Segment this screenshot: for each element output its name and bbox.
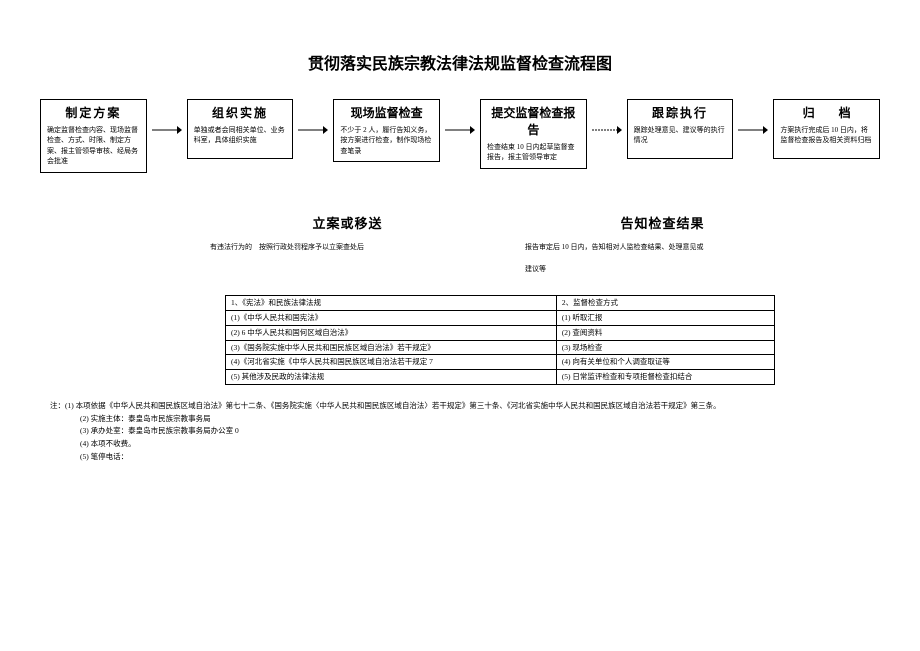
table-cell: (3)《国务院实施中华人民共和国民族区域自治法》若干规定》 [226,340,557,355]
flow-box-2-title: 组织实施 [194,105,287,122]
flow-box-6-body: 方案执行完成后 10 日内，将监督检查报告及相关资料归档 [780,125,873,146]
notes-head: 注： [50,401,65,410]
sub-left-body: 有违法行为的 按照行政处罚程序予以立案查处后 [190,242,505,253]
flow-box-5-body: 跟踪处理意见、建议等的执行情况 [634,125,727,146]
arrow-icon [298,99,328,136]
table-cell: (4)《河北省实施《中华人民共和国民族区域自治法若干规定 7 [226,355,557,370]
flow-box-4-title: 提交监督检查报告 [487,105,580,139]
table-row: 1、《宪法》和民族法律法规2、监督检查方式 [226,296,775,311]
table-cell: (2) 查阅资料 [556,325,774,340]
table-row: (2) 6 中华人民共和国何区域自治法》(2) 查阅资料 [226,325,775,340]
arrow-icon [445,99,475,136]
flow-box-3: 现场监督检查 不少于 2 人，履行告知义务，按方案进行检查，制作现场检查笔录 [333,99,440,162]
table-row: (3)《国务院实施中华人民共和国民族区域自治法》若干规定》(3) 现场检查 [226,340,775,355]
flow-row: 制定方案 确定监督检查内容、现场监督检查、方式、时限、制定方案、报主管领导审核、… [40,99,880,173]
table-cell: 1、《宪法》和民族法律法规 [226,296,557,311]
table-row: (5) 其他涉及民政的法律法规(5) 日常监评检查和专项拒督检查扣结合 [226,370,775,385]
flow-box-1-title: 制定方案 [47,105,140,122]
flow-box-1: 制定方案 确定监督检查内容、现场监督检查、方式、时限、制定方案、报主管领导审核、… [40,99,147,173]
flow-box-5: 跟踪执行 跟踪处理意见、建议等的执行情况 [627,99,734,159]
sub-left-title: 立案或移送 [190,213,505,232]
table-cell: (4) 向有关单位和个人调查取证等 [556,355,774,370]
reference-table: 1、《宪法》和民族法律法规2、监督检查方式 (1)《中华人民共和国宪法》(1) … [225,295,775,385]
sub-col-left: 立案或移送 有违法行为的 按照行政处罚程序予以立案查处后 [190,213,505,276]
sub-right-body: 报告审定后 10 日内，告知相对人监检查结果、处理意见或 建议等 [505,242,820,276]
arrow-icon [738,99,768,136]
flow-box-4: 提交监督检查报告 检查结束 10 日内起草监督查报告，报主管领导审定 [480,99,587,169]
table-wrap: 1、《宪法》和民族法律法规2、监督检查方式 (1)《中华人民共和国宪法》(1) … [225,295,775,385]
flow-box-2: 组织实施 单独或者会同相关单位、业务科室，具体组织实施 [187,99,294,159]
table-row: (4)《河北省实施《中华人民共和国民族区域自治法若干规定 7(4) 向有关单位和… [226,355,775,370]
flow-box-6-title: 归 档 [780,105,873,122]
arrow-icon [592,99,622,136]
arrow-icon [152,99,182,136]
flow-box-2-body: 单独或者会同相关单位、业务科室，具体组织实施 [194,125,287,146]
flow-box-3-body: 不少于 2 人，履行告知义务，按方案进行检查，制作现场检查笔录 [340,125,433,157]
table-cell: (5) 日常监评检查和专项拒督检查扣结合 [556,370,774,385]
notes: 注：(1) 本项依据《中华人民共和国民族区域自治法》第七十二条、《国务院实施〈中… [50,400,880,464]
notes-line-5: (5) 笔停电话： [50,451,880,464]
table-cell: (3) 现场检查 [556,340,774,355]
flow-box-1-body: 确定监督检查内容、现场监督检查、方式、时限、制定方案、报主管领导审核、经局务会批… [47,125,140,167]
flow-box-4-body: 检查结束 10 日内起草监督查报告，报主管领导审定 [487,142,580,163]
table-cell: (2) 6 中华人民共和国何区域自治法》 [226,325,557,340]
notes-line-3: (3) 承办处室：泰皇岛市民族宗教事务局办公室 0 [50,425,880,438]
notes-line-4: (4) 本项不收费。 [50,438,880,451]
notes-line-2: (2) 实施主体：泰皇岛市民族宗教事务局 [50,413,880,426]
flow-box-3-title: 现场监督检查 [340,105,433,122]
sub-col-right: 告知检查结果 报告审定后 10 日内，告知相对人监检查结果、处理意见或 建议等 [505,213,820,276]
flow-box-5-title: 跟踪执行 [634,105,727,122]
sub-row: 立案或移送 有违法行为的 按照行政处罚程序予以立案查处后 告知检查结果 报告审定… [190,213,820,276]
table-cell: (1)《中华人民共和国宪法》 [226,311,557,326]
table-cell: 2、监督检查方式 [556,296,774,311]
sub-right-title: 告知检查结果 [505,213,820,232]
table-cell: (1) 听取汇报 [556,311,774,326]
page-title: 贯彻落实民族宗教法律法规监督检查流程图 [40,50,880,74]
table-row: (1)《中华人民共和国宪法》(1) 听取汇报 [226,311,775,326]
flow-box-6: 归 档 方案执行完成后 10 日内，将监督检查报告及相关资料归档 [773,99,880,159]
table-cell: (5) 其他涉及民政的法律法规 [226,370,557,385]
notes-line-1: (1) 本项依据《中华人民共和国民族区域自治法》第七十二条、《国务院实施〈中华人… [65,401,721,410]
